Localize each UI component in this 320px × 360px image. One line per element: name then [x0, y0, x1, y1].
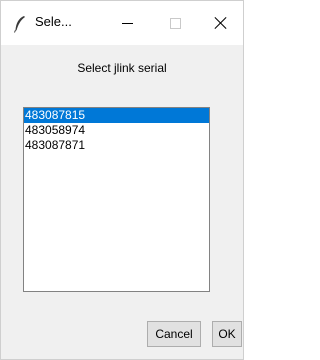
title-bar[interactable]: Sele...: [1, 1, 243, 45]
cancel-button[interactable]: Cancel: [147, 321, 201, 347]
serial-list-item[interactable]: 483087815: [24, 108, 209, 123]
serial-list-item[interactable]: 483087871: [24, 138, 209, 153]
window-title: Sele...: [35, 14, 72, 29]
close-icon: [215, 17, 227, 29]
serial-list-item[interactable]: 483058974: [24, 123, 209, 138]
minimize-button[interactable]: [105, 1, 149, 45]
prompt-label: Select jlink serial: [77, 61, 167, 75]
dialog-window: Sele... Select jlink serial 483087815 48…: [0, 0, 244, 360]
maximize-icon: [169, 17, 181, 29]
minimize-icon: [121, 22, 133, 24]
feather-icon: [13, 15, 27, 33]
serial-listbox[interactable]: 483087815 483058974 483087871: [23, 107, 210, 292]
ok-button[interactable]: OK: [212, 321, 242, 347]
maximize-button: [153, 1, 197, 45]
close-button[interactable]: [199, 1, 243, 45]
